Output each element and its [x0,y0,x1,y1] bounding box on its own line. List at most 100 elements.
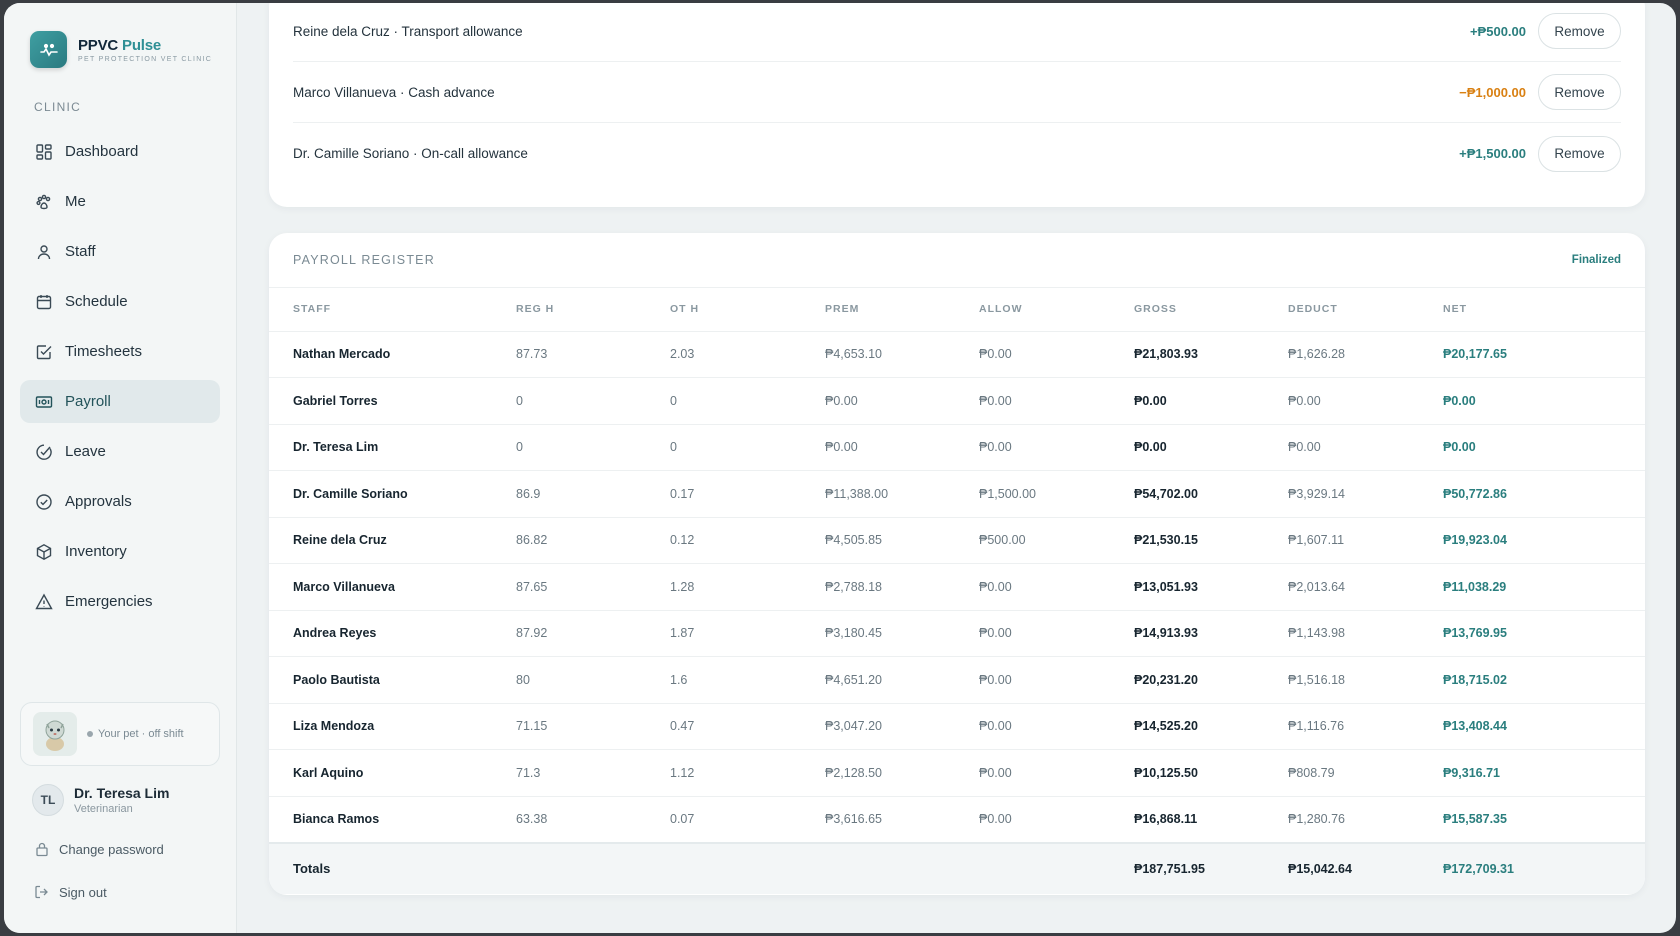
sidebar-item-inventory[interactable]: Inventory [20,530,220,573]
column-header[interactable]: STAFF [269,288,516,332]
sidebar-item-payroll[interactable]: Payroll [20,380,220,423]
table-row[interactable]: Marco Villanueva 87.65 1.28 ₱2,788.18 ₱0.00 ₱… [269,563,1645,611]
staff-name-cell: Andrea Reyes [269,610,516,657]
column-header[interactable]: GROSS [1134,288,1288,332]
staff-name-cell: Paolo Bautista [269,656,516,704]
sidebar-item-leave[interactable]: Leave [20,430,220,473]
table-row[interactable]: Karl Aquino 71.3 1.12 ₱2,128.50 ₱0.00 ₱10,125… [269,749,1645,797]
deduction-cell: ₱1,516.18 [1288,656,1443,704]
deduction-cell: ₱3,929.14 [1288,470,1443,518]
deduction-cell: ₱1,607.11 [1288,517,1443,564]
sidebar-item-label: Staff [65,243,96,260]
table-row[interactable]: Gabriel Torres 0 0 ₱0.00 ₱0.00 ₱0.00 ₱0.00 ₱0.0… [269,377,1645,425]
column-header[interactable]: PREM [825,288,979,332]
sidebar-item-label: Approvals [65,493,132,510]
allowance-cell: ₱0.00 [979,796,1134,843]
premium-cell: ₱3,180.45 [825,610,979,657]
staff-name-cell: Gabriel Torres [269,377,516,425]
allowance-cell: ₱0.00 [979,563,1134,611]
reg-hours-cell: 63.38 [516,796,670,843]
table-row[interactable]: Nathan Mercado 87.73 2.03 ₱4,653.10 ₱0.00 ₱21… [269,331,1645,378]
deduction-cell: ₱808.79 [1288,749,1443,797]
net-cell: ₱18,715.02 [1443,656,1645,704]
deduction-cell: ₱2,013.64 [1288,563,1443,611]
reg-hours-cell: 87.92 [516,610,670,657]
premium-cell: ₱4,651.20 [825,656,979,704]
sidebar-item-label: Payroll [65,393,111,410]
sidebar-item-staff[interactable]: Staff [20,230,220,273]
reg-hours-cell: 87.65 [516,563,670,611]
sidebar-item-me[interactable]: Me [20,180,220,223]
table-row[interactable]: Liza Mendoza 71.15 0.47 ₱3,047.20 ₱0.00 ₱14,5… [269,703,1645,750]
sidebar-item-schedule[interactable]: Schedule [20,280,220,323]
gross-cell: ₱0.00 [1134,377,1288,425]
column-header[interactable]: ALLOW [979,288,1134,332]
remove-button[interactable]: Remove [1538,135,1621,172]
sidebar-item-dashboard[interactable]: Dashboard [20,130,220,173]
staff-name-cell: Nathan Mercado [269,331,516,378]
net-cell: ₱50,772.86 [1443,470,1645,518]
deduction-cell: ₱0.00 [1288,377,1443,425]
allowance-cell: ₱0.00 [979,424,1134,471]
net-cell: ₱0.00 [1443,377,1645,425]
adjustment-row: Marco Villanueva · Cash advance −₱1,000.… [293,62,1621,123]
box-icon [36,543,52,560]
table-row[interactable]: Andrea Reyes 87.92 1.87 ₱3,180.45 ₱0.00 ₱14,9… [269,610,1645,657]
avatar: TL [32,784,64,816]
user-profile[interactable]: TL Dr. Teresa Lim Veterinarian [32,784,169,816]
table-row[interactable]: Bianca Ramos 63.38 0.07 ₱3,616.65 ₱0.00 ₱16,8… [269,796,1645,843]
sidebar-item-approvals[interactable]: Approvals [20,480,220,523]
reg-hours-cell: 71.15 [516,703,670,750]
sidebar-item-label: Inventory [65,543,127,560]
gross-cell: ₱16,868.11 [1134,796,1288,843]
brand[interactable]: PPVC Pulse PET PROTECTION VET CLINIC [30,31,212,68]
allowance-cell: ₱0.00 [979,749,1134,797]
premium-cell: ₱0.00 [825,377,979,425]
leave-icon [36,444,52,460]
logo-icon [30,31,67,68]
status-dot [87,731,93,737]
allowance-cell: ₱500.00 [979,517,1134,564]
allowance-cell: ₱0.00 [979,610,1134,657]
column-header[interactable]: DEDUCT [1288,288,1443,332]
table-header-row: STAFF REG H OT H PREM ALLOW GROSS DEDUCT… [269,288,1645,332]
ot-hours-cell: 0.12 [670,517,825,564]
staff-name-cell: Bianca Ramos [269,796,516,843]
sidebar-item-label: Dashboard [65,143,139,160]
sidebar-item-label: Emergencies [65,593,153,610]
user-name: Dr. Teresa Lim [74,785,170,801]
sidebar-item-label: Timesheets [65,343,142,360]
net-cell: ₱20,177.65 [1443,331,1645,378]
sign-out-link[interactable]: Sign out [34,884,107,900]
column-header[interactable]: NET [1443,288,1645,332]
ot-hours-cell: 0.17 [670,470,825,518]
premium-cell: ₱2,788.18 [825,563,979,611]
ot-hours-cell: 0 [670,424,825,471]
pet-avatar-icon [33,712,77,756]
remove-button[interactable]: Remove [1538,13,1621,49]
column-header[interactable]: OT H [670,288,825,332]
table-row[interactable]: Dr. Teresa Lim 0 0 ₱0.00 ₱0.00 ₱0.00 ₱0.00 ₱0.0… [269,424,1645,471]
pet-status-card[interactable]: Your pet · off shift [20,702,220,766]
pet-status-text: Your pet · off shift [98,728,184,740]
staff-name-cell: Marco Villanueva [269,563,516,611]
paw-icon [36,194,51,209]
adjustment-row: Dr. Camille Soriano · On-call allowance … [293,123,1621,184]
change-password-link[interactable]: Change password [34,841,164,857]
table-row[interactable]: Dr. Camille Soriano 86.9 0.17 ₱11,388.00 ₱1,… [269,470,1645,518]
sidebar-item-emergencies[interactable]: Emergencies [20,580,220,623]
warning-icon [35,593,53,609]
premium-cell: ₱11,388.00 [825,470,979,518]
table-body: Nathan Mercado 87.73 2.03 ₱4,653.10 ₱0.00 ₱21… [269,331,1645,894]
gross-cell: ₱54,702.00 [1134,470,1288,518]
sidebar-item-timesheets[interactable]: Timesheets [20,330,220,373]
sidebar-item-label: Me [65,193,86,210]
ot-hours-cell: 1.6 [670,656,825,704]
remove-button[interactable]: Remove [1538,74,1621,110]
reg-hours-cell: 80 [516,656,670,704]
column-header[interactable]: REG H [516,288,670,332]
staff-name-cell: Dr. Teresa Lim [269,424,516,471]
staff-name-cell: Reine dela Cruz [269,517,516,564]
table-row[interactable]: Paolo Bautista 80 1.6 ₱4,651.20 ₱0.00 ₱20,231… [269,656,1645,704]
table-row[interactable]: Reine dela Cruz 86.82 0.12 ₱4,505.85 ₱500.00… [269,517,1645,564]
